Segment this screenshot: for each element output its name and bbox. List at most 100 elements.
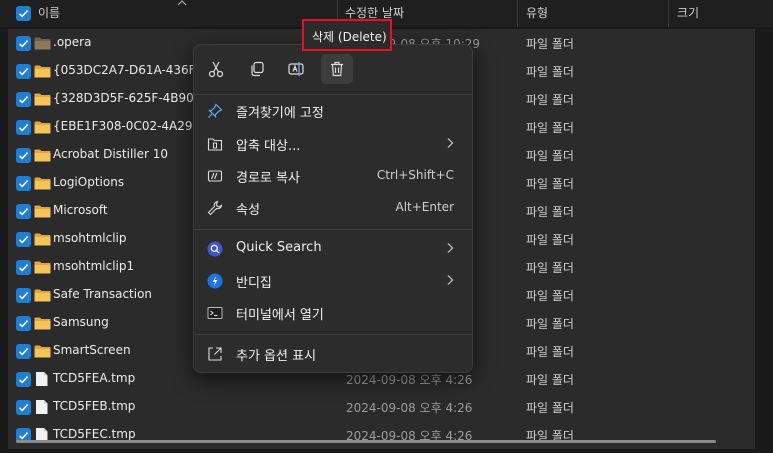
menu-item-label: Quick Search	[236, 240, 322, 255]
pin-icon	[208, 103, 223, 118]
file-name: {053DC2A7-D61A-436F-B	[53, 63, 208, 77]
row-checkbox[interactable]	[16, 344, 31, 359]
menu-item-bandizip[interactable]: 반디집	[198, 266, 468, 296]
context-menu: 즐겨찾기에 고정 압축 대상... 경로로 복사 Ctrl+Shift+C 속성…	[193, 44, 473, 373]
row-checkbox[interactable]	[16, 204, 31, 219]
row-checkbox[interactable]	[16, 288, 31, 303]
folder-icon	[34, 261, 51, 274]
menu-item-label: 추가 옵션 표시	[236, 349, 317, 364]
menu-item-compress[interactable]: 압축 대상...	[198, 129, 468, 159]
menu-item-properties[interactable]: 속성 Alt+Enter	[198, 193, 468, 223]
file-name: Safe Transaction	[53, 287, 153, 301]
file-name: SmartScreen	[53, 343, 131, 357]
file-type: 파일 폴더	[526, 261, 574, 275]
folder-icon	[34, 317, 51, 330]
copy-path-icon	[207, 170, 223, 182]
file-name: TCD5FEB.tmp	[53, 399, 136, 413]
file-name: .opera	[53, 35, 92, 49]
file-type: 파일 폴더	[526, 121, 574, 135]
file-name: Microsoft	[53, 203, 108, 217]
row-checkbox[interactable]	[16, 232, 31, 247]
file-type: 파일 폴더	[526, 65, 574, 79]
file-type: 파일 폴더	[526, 345, 574, 359]
menu-separator	[194, 334, 472, 335]
menu-item-quick-search[interactable]: Quick Search	[198, 234, 468, 264]
horizontal-scrollbar[interactable]	[16, 440, 716, 443]
file-type: 파일 폴더	[526, 401, 574, 415]
header-type[interactable]: 유형	[526, 4, 548, 21]
file-name: TCD5FEC.tmp	[53, 427, 136, 441]
folder-dim-icon	[34, 37, 51, 50]
folder-icon	[34, 177, 51, 190]
file-name: TCD5FEA.tmp	[53, 371, 136, 385]
file-row[interactable]: TCD5FEB.tmp 2024-09-08 오후 4:26 파일 폴더	[8, 393, 755, 421]
file-name: msohtmlclip	[53, 231, 127, 245]
file-type: 파일 폴더	[526, 233, 574, 247]
menu-item-label: 경로로 복사	[236, 171, 300, 186]
folder-icon	[34, 121, 51, 134]
file-name: msohtmlclip1	[53, 259, 135, 273]
terminal-icon	[207, 307, 223, 319]
folder-icon	[34, 345, 51, 358]
file-type: 파일 폴더	[526, 93, 574, 107]
row-checkbox[interactable]	[16, 148, 31, 163]
menu-item-pin[interactable]: 즐겨찾기에 고정	[198, 96, 468, 126]
menu-item-label: 압축 대상...	[236, 139, 301, 154]
column-divider[interactable]	[517, 0, 518, 27]
file-type: 파일 폴더	[526, 37, 574, 51]
file-type: 파일 폴더	[526, 149, 574, 163]
file-row[interactable]: TCD5FEC.tmp 2024-09-08 오후 4:26 파일 폴더	[8, 421, 755, 449]
menu-item-terminal[interactable]: 터미널에서 열기	[198, 298, 468, 328]
archive-icon	[207, 138, 223, 151]
file-type: 파일 폴더	[526, 289, 574, 303]
menu-item-more-options[interactable]: 추가 옵션 표시	[198, 339, 468, 369]
delete-tooltip: 삭제 (Delete)	[302, 19, 392, 51]
quick-search-icon	[207, 241, 223, 257]
file-type: 파일 폴더	[526, 177, 574, 191]
folder-icon	[34, 233, 51, 246]
menu-item-label: 터미널에서 열기	[236, 308, 324, 323]
menu-item-label: 속성	[236, 203, 260, 218]
row-checkbox[interactable]	[16, 260, 31, 275]
folder-icon	[34, 289, 51, 302]
select-all-checkbox[interactable]	[16, 6, 31, 21]
cut-button[interactable]	[200, 54, 232, 84]
folder-icon	[34, 149, 51, 162]
bandizip-icon	[207, 273, 223, 289]
file-date: 2024-09-08 오후 4:26	[346, 401, 473, 415]
copy-button[interactable]	[241, 54, 273, 84]
tooltip-text: 삭제 (Delete)	[312, 30, 387, 44]
header-size[interactable]: 크기	[677, 4, 699, 21]
row-checkbox[interactable]	[16, 372, 31, 387]
file-icon	[36, 372, 48, 386]
menu-item-copy-path[interactable]: 경로로 복사 Ctrl+Shift+C	[198, 161, 468, 191]
delete-icon	[331, 61, 343, 77]
row-checkbox[interactable]	[16, 176, 31, 191]
chevron-right-icon	[447, 138, 454, 148]
file-name: {328D3D5F-625F-4B90-8	[53, 91, 206, 105]
more-options-icon	[208, 347, 222, 361]
row-checkbox[interactable]	[16, 36, 31, 51]
rename-icon	[288, 62, 304, 76]
row-checkbox[interactable]	[16, 316, 31, 331]
column-divider[interactable]	[668, 0, 669, 27]
wrench-icon	[207, 200, 223, 216]
chevron-right-icon	[447, 275, 454, 285]
menu-item-shortcut: Ctrl+Shift+C	[376, 168, 454, 182]
row-checkbox[interactable]	[16, 120, 31, 135]
row-checkbox[interactable]	[16, 400, 31, 415]
file-name: {EBE1F308-0C02-4A29-A	[53, 119, 205, 133]
folder-icon	[34, 65, 51, 78]
menu-item-shortcut: Alt+Enter	[395, 200, 454, 214]
row-checkbox[interactable]	[16, 92, 31, 107]
copy-icon	[251, 61, 264, 77]
folder-icon	[34, 93, 51, 106]
delete-button[interactable]	[321, 54, 353, 84]
file-type: 파일 폴더	[526, 373, 574, 387]
header-name[interactable]: 이름	[38, 4, 60, 21]
row-checkbox[interactable]	[16, 64, 31, 79]
rename-button[interactable]	[280, 54, 312, 84]
folder-icon	[34, 205, 51, 218]
menu-item-label: 즐겨찾기에 고정	[236, 106, 324, 121]
menu-item-label: 반디집	[236, 276, 272, 291]
